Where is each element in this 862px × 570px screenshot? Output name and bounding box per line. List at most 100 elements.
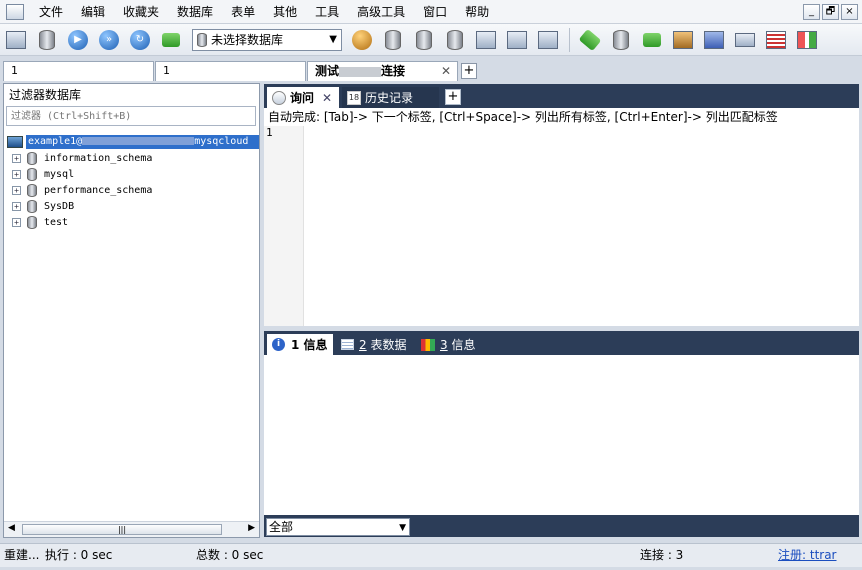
database-icon <box>197 32 207 47</box>
connection-node-label: example1@ mysqcloud <box>26 135 259 149</box>
report-icon[interactable] <box>671 28 695 52</box>
expand-icon[interactable]: + <box>12 201 21 211</box>
menu-database[interactable]: 数据库 <box>168 0 222 24</box>
user-manager-icon[interactable] <box>350 28 374 52</box>
connection-tab-bar: 1 1 测试 连接 ✕ + <box>0 56 862 82</box>
close-button[interactable]: × <box>841 4 858 20</box>
database-tree: example1@ mysqcloud + information_schema … <box>4 134 259 230</box>
connection-count: 连接 : 3 <box>640 548 684 562</box>
tab-label: 历史记录 <box>365 91 414 105</box>
database-icon <box>27 199 37 213</box>
menu-table[interactable]: 表单 <box>222 0 264 24</box>
horizontal-scrollbar[interactable]: ◀ ||| ▶ <box>4 521 259 537</box>
tab-history[interactable]: 18 历史记录 <box>342 87 439 108</box>
connection-node[interactable]: example1@ mysqcloud <box>4 134 259 150</box>
connection-tab-3[interactable]: 测试 连接 ✕ <box>307 61 458 81</box>
scroll-left-icon[interactable]: ◀ <box>8 523 15 533</box>
database-select[interactable]: 未选择数据库 ▼ <box>192 28 342 51</box>
tree-item-database[interactable]: + performance_schema <box>4 182 259 198</box>
chevron-down-icon: ▼ <box>399 523 406 533</box>
export-icon[interactable] <box>412 28 436 52</box>
connection-tab-2[interactable]: 1 <box>155 61 306 81</box>
result-scope-value: 全部 <box>269 520 294 534</box>
menu-other[interactable]: 其他 <box>264 0 306 24</box>
total-time: 总数 : 0 sec <box>196 548 264 562</box>
backup-icon[interactable] <box>443 28 467 52</box>
result-tab-bar: i 1 信息 2 表数据 3 信息 <box>264 331 859 355</box>
schema-designer-icon[interactable] <box>795 28 819 52</box>
tree-item-database[interactable]: + mysql <box>4 166 259 182</box>
expand-icon[interactable]: + <box>12 169 21 179</box>
schema-sync-icon[interactable] <box>474 28 498 52</box>
query-tab-bar: 询问 ✕ 18 历史记录 + <box>264 84 859 108</box>
copy-database-icon[interactable] <box>536 28 560 52</box>
refresh-icon[interactable]: ↻ <box>128 28 152 52</box>
edit-connection-icon[interactable] <box>35 28 59 52</box>
register-link[interactable]: 注册: ttrar <box>778 544 837 567</box>
add-query-tab-button[interactable]: + <box>445 89 461 105</box>
menu-edit[interactable]: 编辑 <box>72 0 114 24</box>
data-sync-icon[interactable] <box>505 28 529 52</box>
app-icon[interactable] <box>6 3 24 20</box>
cancel-query-icon[interactable] <box>159 28 183 52</box>
scroll-right-icon[interactable]: ▶ <box>248 523 255 533</box>
table-schema-icon[interactable] <box>609 28 633 52</box>
database-name: information_schema <box>44 152 153 164</box>
result-panel <box>264 355 859 515</box>
tab-number: 1 <box>291 337 300 352</box>
expand-icon[interactable]: + <box>12 217 21 227</box>
menu-advanced-tools[interactable]: 高级工具 <box>348 0 414 24</box>
minimize-button[interactable]: _ <box>803 4 820 20</box>
server-icon[interactable] <box>640 28 664 52</box>
menu-favorites[interactable]: 收藏夹 <box>114 0 168 24</box>
tab-label: 信息 <box>451 338 476 352</box>
tab-label: 信息 <box>303 338 328 352</box>
import-icon[interactable] <box>381 28 405 52</box>
table-report-icon[interactable] <box>764 28 788 52</box>
tree-item-database[interactable]: + test <box>4 214 259 230</box>
line-number-gutter: 1 <box>264 126 304 326</box>
grid-view-icon[interactable] <box>702 28 726 52</box>
calendar-icon: 18 <box>347 90 361 105</box>
tab-result-info-3[interactable]: 3 信息 <box>416 334 482 355</box>
execute-query-icon[interactable]: ▶ <box>66 28 90 52</box>
database-name: mysql <box>44 168 75 180</box>
menu-tools[interactable]: 工具 <box>306 0 348 24</box>
tree-item-database[interactable]: + SysDB <box>4 198 259 214</box>
menu-help[interactable]: 帮助 <box>456 0 498 24</box>
result-scope-select[interactable]: 全部 ▼ <box>266 518 410 536</box>
close-icon[interactable]: ✕ <box>322 91 332 105</box>
query-builder-icon[interactable] <box>578 28 602 52</box>
designer-icon[interactable] <box>733 28 757 52</box>
expand-icon[interactable]: + <box>12 153 21 163</box>
database-name: test <box>44 216 69 228</box>
database-select-value: 未选择数据库 <box>211 33 284 47</box>
exec-time: 执行 : 0 sec <box>45 548 113 562</box>
tab-table-data[interactable]: 2 表数据 <box>336 334 414 355</box>
execute-all-icon[interactable]: » <box>97 28 121 52</box>
expand-icon[interactable]: + <box>12 185 21 195</box>
sql-editor[interactable]: 1 <box>264 126 859 326</box>
menu-file[interactable]: 文件 <box>30 0 72 24</box>
tab-result-info[interactable]: i 1 信息 <box>267 334 333 355</box>
restore-button[interactable]: 🗗 <box>822 4 839 20</box>
tab-number: 2 <box>359 337 367 352</box>
autocomplete-hint: 自动完成: [Tab]-> 下一个标签, [Ctrl+Space]-> 列出所有… <box>264 108 859 126</box>
tree-item-database[interactable]: + information_schema <box>4 150 259 166</box>
server-icon <box>7 136 23 148</box>
scrollbar-thumb[interactable]: ||| <box>22 524 222 535</box>
tab-query[interactable]: 询问 ✕ <box>267 87 339 108</box>
database-name: SysDB <box>44 200 75 212</box>
tab-number: 3 <box>440 337 448 352</box>
info-icon: i <box>272 338 285 351</box>
filter-input[interactable] <box>6 106 256 126</box>
database-icon <box>27 183 37 197</box>
close-icon[interactable]: ✕ <box>441 62 451 80</box>
add-tab-button[interactable]: + <box>461 63 477 79</box>
connection-tab-1[interactable]: 1 <box>3 61 154 81</box>
table-icon <box>341 339 354 350</box>
result-footer: 全部 ▼ <box>264 515 859 537</box>
toolbar: ▶ » ↻ 未选择数据库 ▼ <box>0 24 862 56</box>
new-connection-icon[interactable] <box>4 28 28 52</box>
menu-window[interactable]: 窗口 <box>414 0 456 24</box>
